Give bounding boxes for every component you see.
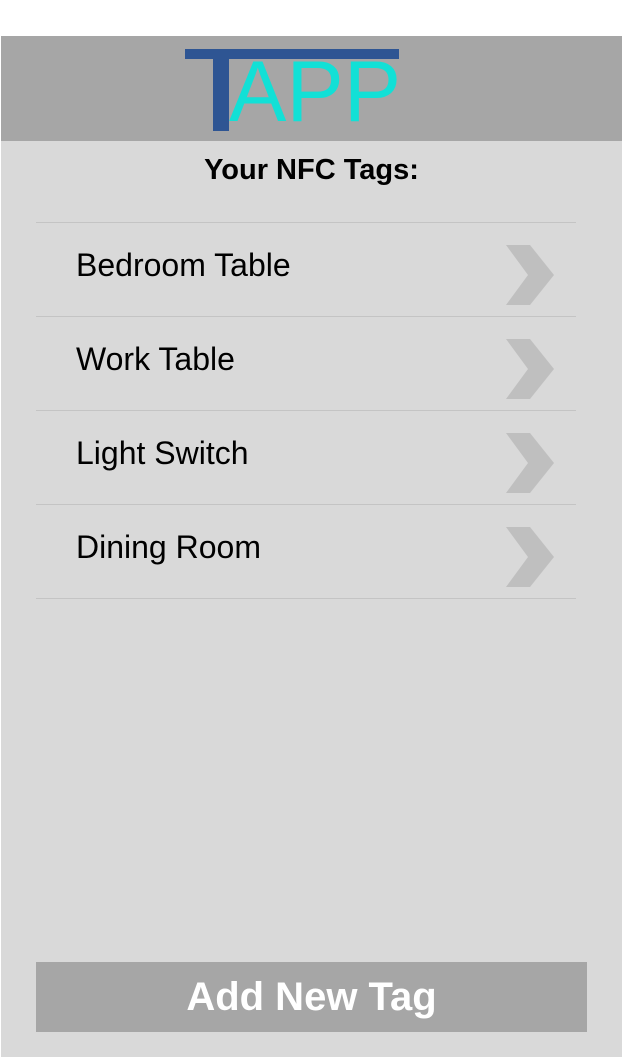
tag-label: Light Switch	[76, 435, 249, 471]
tag-label: Work Table	[76, 341, 235, 377]
tag-list-item-dining-room[interactable]: Dining Room	[36, 505, 576, 599]
chevron-right-icon	[506, 339, 554, 399]
tag-list-item-light-switch[interactable]: Light Switch	[36, 411, 576, 505]
app-header: APP	[1, 36, 622, 141]
tag-list-item-work-table[interactable]: Work Table	[36, 317, 576, 411]
tag-list: Bedroom Table Work Table Light Switch Di…	[36, 222, 576, 599]
tag-list-item-bedroom-table[interactable]: Bedroom Table	[36, 223, 576, 317]
tag-label: Dining Room	[76, 529, 261, 565]
chevron-right-icon	[506, 245, 554, 305]
tapp-logo: APP	[185, 44, 402, 140]
chevron-right-icon	[506, 433, 554, 493]
app-screen: APP Your NFC Tags: Bedroom Table Work Ta…	[1, 36, 622, 1057]
tag-label: Bedroom Table	[76, 247, 291, 283]
logo-t-stem	[213, 49, 229, 131]
page-title: Your NFC Tags:	[204, 154, 419, 186]
add-new-tag-button[interactable]: Add New Tag	[36, 962, 587, 1032]
logo-text: APP	[229, 44, 402, 140]
chevron-right-icon	[506, 527, 554, 587]
